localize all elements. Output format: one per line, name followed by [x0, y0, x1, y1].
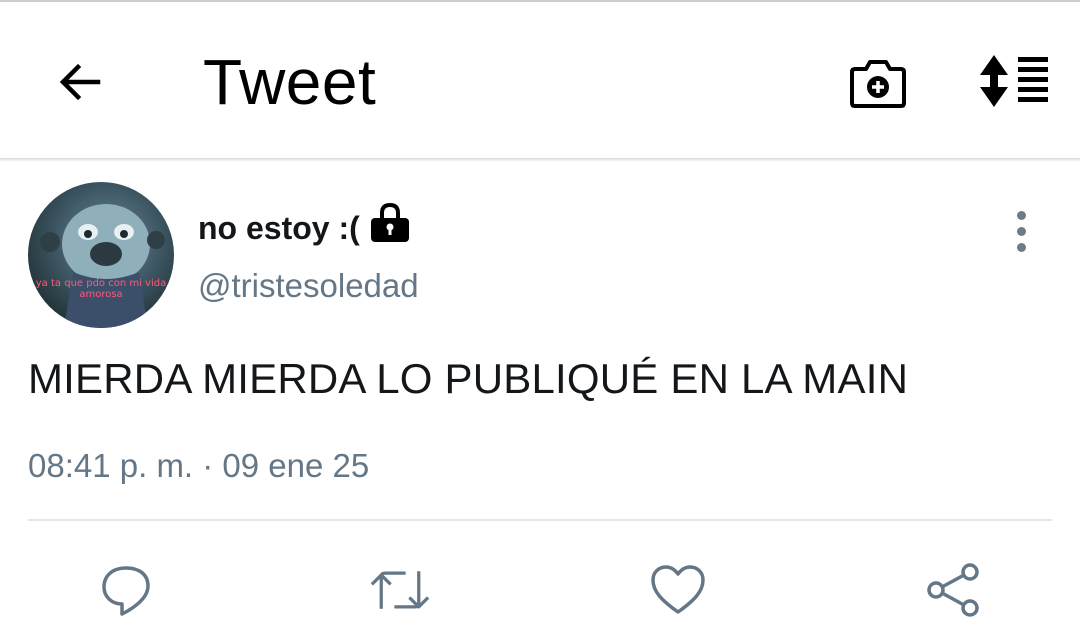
- retweet-button[interactable]: [370, 560, 430, 620]
- tweet-timestamp[interactable]: 08:41 p. m. · 09 ene 25: [28, 446, 369, 486]
- arrow-left-icon: [59, 63, 101, 101]
- reply-button[interactable]: [96, 560, 156, 620]
- more-options-button[interactable]: [1000, 206, 1042, 256]
- display-name[interactable]: no estoy :(: [198, 208, 360, 248]
- user-handle[interactable]: @tristesoledad: [198, 266, 419, 306]
- tweet-text: MIERDA MIERDA LO PUBLIQUÉ EN LA MAIN: [28, 355, 909, 402]
- sort-button[interactable]: [974, 48, 1054, 114]
- sort-list-icon: [980, 55, 1048, 107]
- avatar-caption: ya ta que pdo con mi vida amorosa: [35, 278, 167, 300]
- more-vertical-icon-dot: [1016, 226, 1026, 236]
- like-button[interactable]: [648, 560, 708, 620]
- lock-icon: [371, 202, 409, 242]
- heart-icon: [651, 565, 705, 614]
- camera-plus-icon: [850, 60, 906, 108]
- reply-icon: [102, 566, 150, 616]
- avatar-image: [40, 204, 165, 328]
- share-button[interactable]: [924, 560, 984, 620]
- share-icon: [927, 563, 979, 617]
- header-shadow: [0, 158, 1080, 162]
- app-header: Tweet: [0, 2, 1080, 158]
- page-title: Tweet: [203, 46, 377, 118]
- more-vertical-icon-dot: [1016, 242, 1026, 252]
- more-vertical-icon-dot: [1016, 210, 1026, 220]
- retweet-icon: [370, 571, 430, 609]
- divider: [28, 519, 1052, 521]
- avatar[interactable]: ya ta que pdo con mi vida amorosa: [28, 182, 174, 328]
- camera-button[interactable]: [846, 50, 910, 114]
- back-button[interactable]: [48, 50, 112, 114]
